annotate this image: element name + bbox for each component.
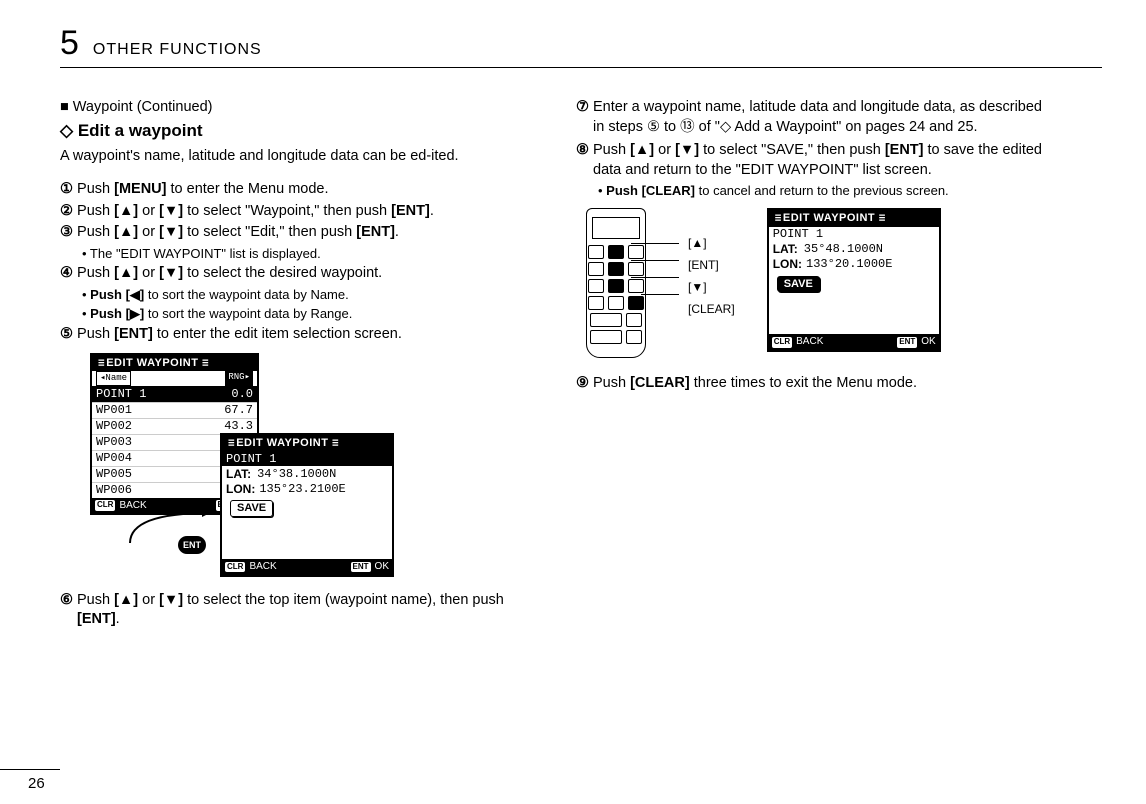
page-number: 26 <box>28 775 45 792</box>
key-labels: [▲] [ENT] [▼] [CLEAR] <box>688 208 735 320</box>
up-key-icon <box>608 245 624 259</box>
lcd3-title: ≡ EDIT WAYPOINT ≡ <box>769 210 939 227</box>
intro-text: A waypoint's name, latitude and longitud… <box>60 147 540 167</box>
step-6: ⑥ Push [▲] or [▼] to select the top item… <box>60 591 540 630</box>
step-3-text: Push [▲] or [▼] to select "Edit," then p… <box>77 224 399 240</box>
lcd2-line0: POINT 1 <box>222 451 392 466</box>
chapter-number: 5 <box>60 24 79 63</box>
ent-key-icon <box>608 262 624 276</box>
lcd2-line2: LON:135°23.2100E <box>222 481 392 496</box>
label-up: [▲] <box>688 232 735 254</box>
radio-illustration <box>586 208 676 358</box>
chapter-title: OTHER FUNCTIONS <box>93 41 262 59</box>
diamond-icon: ◇ <box>60 121 73 140</box>
step-8-text: Push [▲] or [▼] to select "SAVE," then p… <box>593 141 1056 180</box>
step-8: ⑧ Push [▲] or [▼] to select "SAVE," then… <box>576 141 1056 180</box>
lcd2-title: ≡ EDIT WAYPOINT ≡ <box>222 435 392 452</box>
label-down: [▼] <box>688 276 735 298</box>
list-row-0: POINT 10.0 <box>92 387 257 403</box>
clear-key-icon <box>628 296 644 310</box>
step-6-text: Push [▲] or [▼] to select the top item (… <box>77 591 540 630</box>
sub-heading: ◇ Edit a waypoint <box>60 120 540 143</box>
lcd2-line1: LAT:34°38.1000N <box>222 466 392 481</box>
step-4-sub-b: • Push [▶] to sort the waypoint data by … <box>82 305 540 323</box>
lcd3-line0: POINT 1 <box>769 227 939 242</box>
lcd3-line1: LAT:35°48.1000N <box>769 242 939 257</box>
section-continued: ■ Waypoint (Continued) <box>60 98 540 118</box>
label-ent: [ENT] <box>688 254 735 276</box>
ent-chip-icon: ENT <box>178 536 206 554</box>
two-column-layout: ■ Waypoint (Continued) ◇ Edit a waypoint… <box>60 98 1102 630</box>
step-2-text: Push [▲] or [▼] to select "Waypoint," th… <box>77 203 434 219</box>
list-row-1: WP00167.7 <box>92 403 257 419</box>
figure-lcd-pair: ≡ EDIT WAYPOINT ≡ ◂Name RNG▸ POINT 10.0 … <box>90 353 540 583</box>
step-8-sub: • Push [CLEAR] to cancel and return to t… <box>598 182 1056 200</box>
step-2: ② Push [▲] or [▼] to select "Waypoint," … <box>60 202 540 222</box>
step-4-text: Push [▲] or [▼] to select the desired wa… <box>77 265 382 281</box>
step-1-text: Push [MENU] to enter the Menu mode. <box>77 181 328 197</box>
step-3-sub: • The "EDIT WAYPOINT" list is displayed. <box>82 245 540 263</box>
steps-list-left: ① Push [MENU] to enter the Menu mode. ② … <box>60 180 540 344</box>
sub-heading-text: Edit a waypoint <box>78 121 203 140</box>
step-1: ① Push [MENU] to enter the Menu mode. <box>60 180 540 200</box>
step-4: ④ Push [▲] or [▼] to select the desired … <box>60 264 540 284</box>
down-key-icon <box>608 279 624 293</box>
label-clear: [CLEAR] <box>688 298 735 320</box>
lcd3-save-row: SAVE <box>769 272 939 297</box>
step-5-text: Push [ENT] to enter the edit item select… <box>77 326 402 342</box>
step-7-text: Enter a waypoint name, latitude data and… <box>593 98 1056 137</box>
right-column: ⑦ Enter a waypoint name, latitude data a… <box>576 98 1056 630</box>
step-3: ③ Push [▲] or [▼] to select "Edit," then… <box>60 223 540 243</box>
save-button-highlighted: SAVE <box>777 276 820 293</box>
page: 5 OTHER FUNCTIONS ■ Waypoint (Continued)… <box>0 0 1146 804</box>
step-9: ⑨ Push [CLEAR] three times to exit the M… <box>576 374 1056 394</box>
left-column: ■ Waypoint (Continued) ◇ Edit a waypoint… <box>60 98 540 630</box>
lcd3-line2: LON:133°20.1000E <box>769 257 939 272</box>
lcd1-title: ≡ EDIT WAYPOINT ≡ <box>92 355 257 372</box>
step-7: ⑦ Enter a waypoint name, latitude data a… <box>576 98 1056 137</box>
figure-device-and-lcd: [▲] [ENT] [▼] [CLEAR] ≡ EDIT WAYPOINT ≡ … <box>586 208 1056 358</box>
step-9-text: Push [CLEAR] three times to exit the Men… <box>593 374 917 394</box>
lcd-save-screen: ≡ EDIT WAYPOINT ≡ POINT 1 LAT:35°48.1000… <box>767 208 941 352</box>
step-5: ⑤ Push [ENT] to enter the edit item sele… <box>60 325 540 345</box>
chapter-header: 5 OTHER FUNCTIONS <box>60 24 1102 68</box>
name-sort-tab: ◂Name <box>96 371 131 385</box>
step-4-sub-a: • Push [◀] to sort the waypoint data by … <box>82 286 540 304</box>
lcd3-footer: CLRBACK ENTOK <box>769 334 939 350</box>
lcd1-header-row: ◂Name RNG▸ <box>92 371 257 386</box>
range-sort-tab: RNG▸ <box>225 371 253 385</box>
